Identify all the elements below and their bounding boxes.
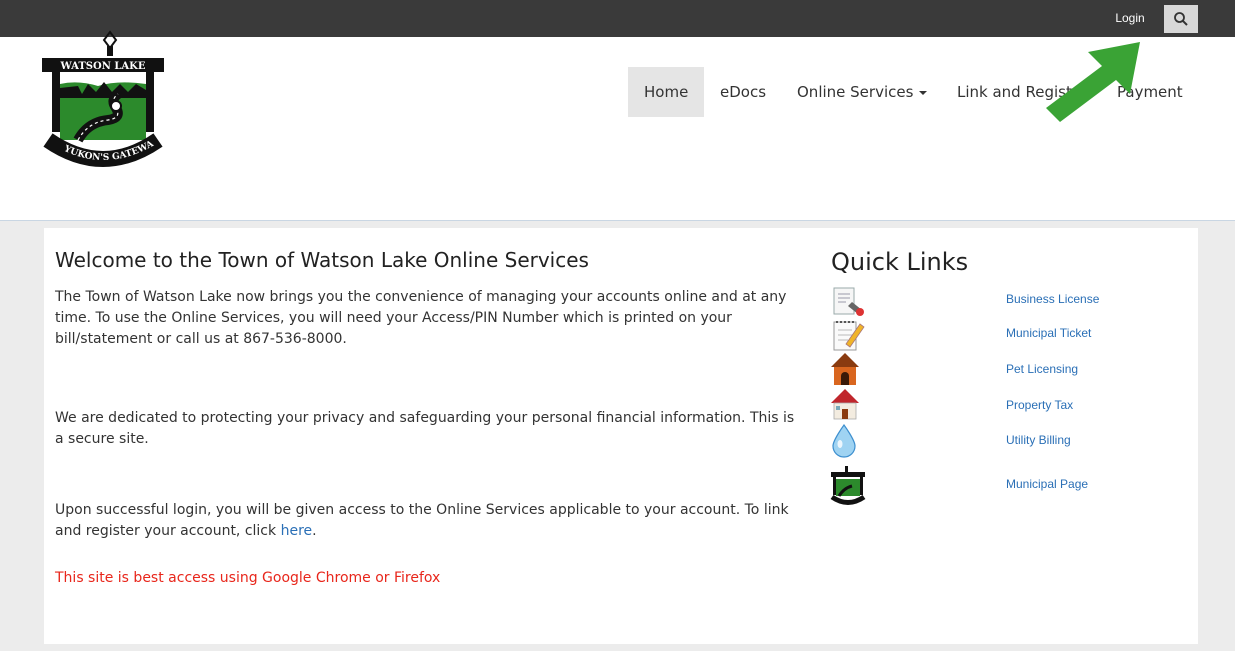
welcome-title: Welcome to the Town of Watson Lake Onlin… <box>55 248 589 272</box>
nav-online-services-label: Online Services <box>797 83 914 101</box>
nav-online-services[interactable]: Online Services <box>797 67 928 117</box>
nav-home[interactable]: Home <box>628 67 705 117</box>
quick-link-label[interactable]: Municipal Ticket <box>1006 326 1091 340</box>
house-icon <box>831 389 859 420</box>
login-link[interactable]: Login <box>1100 0 1160 37</box>
annotation-arrow-icon <box>1046 42 1140 122</box>
quick-link-utility-billing[interactable]: Utility Billing <box>830 424 1120 458</box>
quick-link-label[interactable]: Property Tax <box>1006 398 1073 412</box>
svg-text:WATSON LAKE: WATSON LAKE <box>60 61 146 72</box>
license-icon <box>833 287 864 316</box>
top-bar <box>0 0 1235 37</box>
register-text-end: . <box>312 523 317 539</box>
quick-link-label[interactable]: Business License <box>1006 292 1099 306</box>
caret-down-icon <box>919 90 928 95</box>
quick-link-label[interactable]: Municipal Page <box>1006 477 1088 491</box>
privacy-paragraph: We are dedicated to protecting your priv… <box>55 410 795 447</box>
quick-link-property-tax[interactable]: Property Tax <box>830 388 1120 422</box>
municipal-logo-icon <box>830 466 866 505</box>
quick-link-municipal-page[interactable]: Municipal Page <box>830 466 1120 510</box>
register-paragraph: Upon successful login, you will be given… <box>55 500 805 542</box>
register-text: Upon successful login, you will be given… <box>55 502 789 539</box>
browser-warning: This site is best access using Google Ch… <box>55 570 441 586</box>
search-button[interactable] <box>1164 5 1198 33</box>
quick-link-municipal-ticket[interactable]: Municipal Ticket <box>830 318 1120 352</box>
nav-edocs[interactable]: eDocs <box>720 67 766 117</box>
watson-lake-logo[interactable]: WATSON LAKE YUKON'S GATEWAY <box>38 28 168 178</box>
quick-link-label[interactable]: Pet Licensing <box>1006 362 1078 376</box>
doghouse-icon <box>831 353 859 385</box>
quick-links-title: Quick Links <box>831 248 969 276</box>
quick-link-business-license[interactable]: Business License <box>830 286 1120 320</box>
quick-link-label[interactable]: Utility Billing <box>1006 433 1071 447</box>
search-icon <box>1174 12 1188 26</box>
register-here-link[interactable]: here <box>281 523 313 539</box>
water-drop-icon <box>832 424 856 458</box>
ticket-icon <box>833 321 865 351</box>
intro-paragraph: The Town of Watson Lake now brings you t… <box>55 289 787 347</box>
quick-link-pet-licensing[interactable]: Pet Licensing <box>830 352 1120 386</box>
